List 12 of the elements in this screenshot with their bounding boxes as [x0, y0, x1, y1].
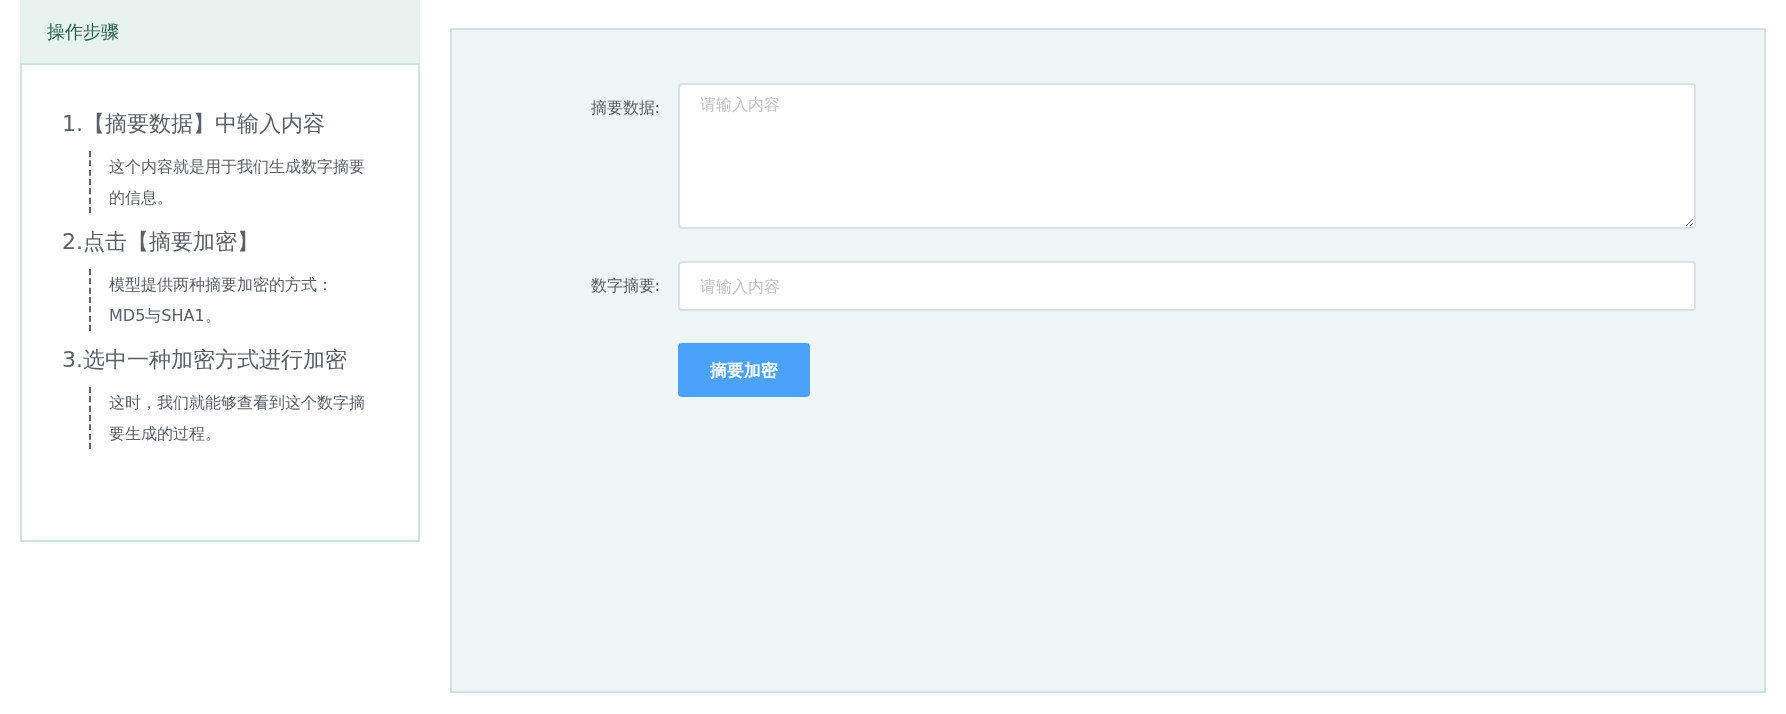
step-description: 这个内容就是用于我们生成数字摘要的信息。 — [89, 151, 369, 213]
step-title: 1.【摘要数据】中输入内容 — [62, 110, 326, 138]
step-title: 3.选中一种加密方式进行加密 — [62, 346, 348, 374]
step-description: 这时，我们就能够查看到这个数字摘要生成的过程。 — [89, 387, 369, 449]
digest-button[interactable]: 摘要加密 — [678, 343, 810, 397]
panel-header: 操作步骤 — [20, 0, 420, 63]
step-description: 模型提供两种摘要加密的方式：MD5与SHA1。 — [89, 269, 369, 331]
input-field[interactable]: 请输入内容 — [678, 261, 1696, 311]
field-label: 数字摘要: — [589, 275, 661, 297]
field-label: 摘要数据: — [589, 97, 661, 119]
text-area[interactable]: 请输入内容 — [678, 83, 1696, 229]
step-title: 2.点击【摘要加密】 — [62, 228, 260, 256]
